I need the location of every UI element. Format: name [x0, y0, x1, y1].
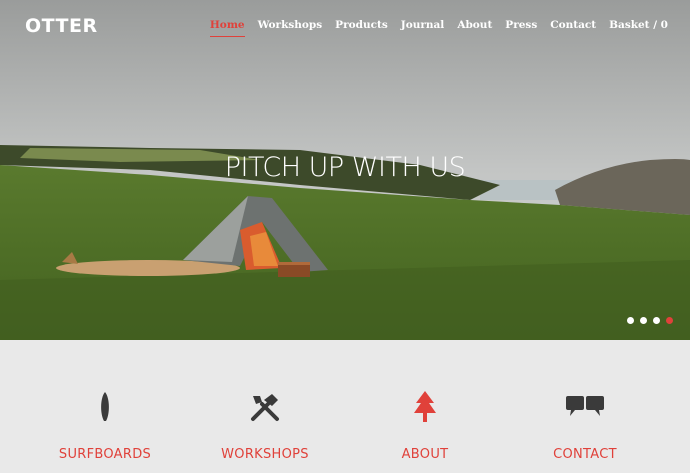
main-nav: Home Workshops Products Journal About Pr… — [197, 19, 668, 37]
slider-dots — [627, 317, 673, 324]
brand-logo[interactable]: OTTER — [25, 15, 98, 37]
tools-icon — [251, 394, 279, 421]
slider-dot-4[interactable] — [666, 317, 673, 324]
tree-icon — [414, 391, 436, 422]
feature-about[interactable]: ABOUT — [355, 390, 495, 462]
nav-item-products[interactable]: Products — [335, 19, 388, 37]
nav-item-basket[interactable]: Basket / 0 — [609, 19, 668, 37]
hero-banner: OTTER Home Workshops Products Journal Ab… — [0, 0, 690, 340]
nav-item-journal[interactable]: Journal — [401, 19, 445, 37]
feature-contact[interactable]: CONTACT — [515, 390, 655, 462]
nav-item-about[interactable]: About — [457, 19, 492, 37]
surfboard-icon — [101, 392, 109, 421]
nav-item-contact[interactable]: Contact — [550, 19, 596, 37]
hero-headline: PITCH UP WITH US — [224, 152, 466, 183]
nav-item-home[interactable]: Home — [209, 19, 245, 37]
feature-band: SURFBOARDS WORKSHOPS ABOUT CONTACT — [0, 340, 690, 473]
slider-dot-1[interactable] — [627, 317, 634, 324]
feature-workshops[interactable]: WORKSHOPS — [195, 390, 335, 462]
speech-bubbles-icon — [566, 396, 604, 416]
feature-label-about: ABOUT — [401, 447, 449, 462]
feature-label-contact: CONTACT — [553, 447, 617, 462]
feature-label-workshops: WORKSHOPS — [221, 447, 309, 462]
feature-surfboards[interactable]: SURFBOARDS — [35, 390, 175, 462]
nav-item-press[interactable]: Press — [505, 19, 537, 37]
feature-label-surfboards: SURFBOARDS — [58, 447, 152, 462]
slider-dot-3[interactable] — [653, 317, 660, 324]
nav-item-workshops[interactable]: Workshops — [258, 19, 323, 37]
slider-dot-2[interactable] — [640, 317, 647, 324]
